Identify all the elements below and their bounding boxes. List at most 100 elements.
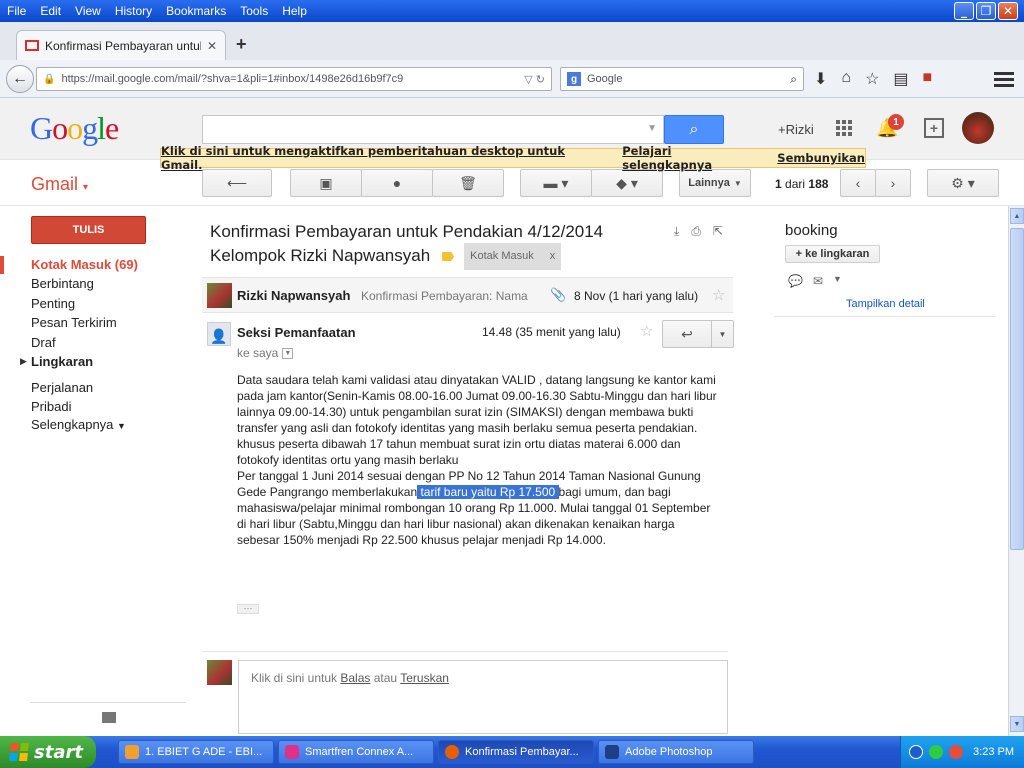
download-icon[interactable]: ⬇ xyxy=(814,69,827,89)
menu-edit[interactable]: Edit xyxy=(33,4,68,18)
expand-all-icon[interactable]: ⤓ xyxy=(674,224,679,239)
google-search-engine-icon[interactable]: g xyxy=(567,72,581,86)
nav-personal[interactable]: Pribadi xyxy=(31,399,71,414)
taskbar-item-photoshop[interactable]: Adobe Photoshop xyxy=(598,740,754,764)
report-spam-button[interactable]: ● xyxy=(361,169,433,197)
attachment-icon: 📎 xyxy=(550,287,567,302)
reply-icon[interactable]: ↩ xyxy=(663,321,711,347)
details-dropdown-icon[interactable]: ▼ xyxy=(282,348,294,360)
contact-more-icon[interactable]: ▼ xyxy=(833,274,842,288)
nav-important[interactable]: Penting xyxy=(31,296,75,311)
tray-network-icon[interactable] xyxy=(929,745,943,759)
nav-more[interactable]: Selengkapnya ▼ xyxy=(31,417,126,432)
search-options-icon[interactable]: ▼ xyxy=(647,123,657,134)
gmail-label: Gmail xyxy=(31,174,79,194)
print-icon[interactable]: ⎙ xyxy=(691,224,701,239)
settings-button[interactable]: ⚙ ▾ xyxy=(927,169,999,197)
forward-link[interactable]: Teruskan xyxy=(400,671,449,685)
nav-drafts[interactable]: Draf xyxy=(31,335,56,350)
back-to-inbox-button[interactable]: ⟵ xyxy=(202,169,272,197)
reply-box[interactable]: Klik di sini untuk Balas atau Teruskan xyxy=(238,660,728,734)
delete-button[interactable]: 🗑 xyxy=(432,169,504,197)
contact-pane: booking + ke lingkaran 💬 ✉ ▼ Tampilkan d… xyxy=(774,206,1004,736)
menu-bookmarks[interactable]: Bookmarks xyxy=(159,4,233,18)
more-button[interactable]: Lainnya ▼ xyxy=(679,169,751,197)
magnifier-icon[interactable]: ⌕ xyxy=(790,72,797,87)
url-bar[interactable]: 🔒 https://mail.google.com/mail/?shva=1&p… xyxy=(36,67,552,91)
email-icon[interactable]: ✉ xyxy=(813,274,823,288)
menu-view[interactable]: View xyxy=(68,4,108,18)
nav-circles[interactable]: Lingkaran xyxy=(31,354,93,369)
more-label: Lainnya xyxy=(688,177,730,189)
message-star-icon[interactable]: ☆ xyxy=(640,322,653,340)
new-tab-icon[interactable]: + xyxy=(236,34,247,55)
recipient-details[interactable]: ke saya ▼ xyxy=(237,346,294,360)
browser-search-input[interactable]: g Google ⌕ xyxy=(560,67,804,91)
task-label: 1. EBIET G ADE - EBI... xyxy=(145,746,263,758)
tab-close-icon[interactable]: ✕ xyxy=(207,39,217,53)
show-trimmed-content-button[interactable]: ··· xyxy=(237,604,259,614)
nav-sent[interactable]: Pesan Terkirim xyxy=(31,315,117,330)
important-label-icon[interactable] xyxy=(442,252,455,261)
restore-icon[interactable]: ❐ xyxy=(976,2,996,20)
hide-banner-link[interactable]: Sembunyikan xyxy=(777,151,865,165)
tray-back-icon[interactable] xyxy=(909,745,923,759)
taskbar-item-smartfren[interactable]: Smartfren Connex A... xyxy=(278,740,434,764)
enable-notifications-link[interactable]: Klik di sini untuk mengaktifkan pemberit… xyxy=(161,144,610,172)
reload-icon[interactable]: ▽ ↻ xyxy=(524,73,545,86)
reply-link[interactable]: Balas xyxy=(340,671,370,685)
tray-app-icon[interactable] xyxy=(949,745,963,759)
back-icon[interactable]: ← xyxy=(6,65,34,93)
apps-grid-icon[interactable] xyxy=(836,120,852,136)
menu-history[interactable]: History xyxy=(108,4,159,18)
scroll-up-icon[interactable]: ▲ xyxy=(1010,208,1024,224)
scroll-thumb[interactable] xyxy=(1010,228,1024,550)
expand-circles-icon[interactable]: ▶ xyxy=(20,356,27,367)
chat-bubble-icon[interactable] xyxy=(102,712,116,723)
learn-more-link[interactable]: Pelajari selengkapnya xyxy=(622,144,765,172)
menu-tools[interactable]: Tools xyxy=(233,4,275,18)
plus-user-link[interactable]: +Rizki xyxy=(778,122,814,137)
compose-button[interactable]: TULIS xyxy=(31,216,146,244)
move-to-button[interactable]: ▬ ▾ xyxy=(520,169,592,197)
archive-button[interactable]: ▣ xyxy=(290,169,362,197)
share-plus-icon[interactable]: + xyxy=(924,118,944,138)
message-sender[interactable]: Seksi Pemanfaatan xyxy=(237,325,356,340)
browser-tab-gmail[interactable]: Konfirmasi Pembayaran untuk... ✕ xyxy=(16,30,226,60)
nav-starred[interactable]: Berbintang xyxy=(31,276,94,291)
more-actions-icon[interactable]: ▼ xyxy=(711,321,733,347)
labels-button[interactable]: ◆ ▾ xyxy=(591,169,663,197)
remove-label-icon[interactable]: x xyxy=(550,250,556,262)
collapsed-message[interactable]: Rizki Napwansyah Konfirmasi Pembayaran: … xyxy=(202,277,733,313)
account-avatar[interactable] xyxy=(962,112,994,144)
menu-help[interactable]: Help xyxy=(275,4,314,18)
older-button[interactable]: › xyxy=(875,169,911,197)
close-icon[interactable]: ✕ xyxy=(998,2,1018,20)
show-details-link[interactable]: Tampilkan detail xyxy=(846,298,925,310)
nav-travel[interactable]: Perjalanan xyxy=(31,380,93,395)
bookmark-star-icon[interactable]: ☆ xyxy=(865,69,879,89)
message-body: Data saudara telah kami validasi atau di… xyxy=(237,372,717,548)
firefox-icon xyxy=(445,745,459,759)
addon-icon[interactable]: ■ xyxy=(923,69,933,89)
taskbar-item-ebiet[interactable]: 1. EBIET G ADE - EBI... xyxy=(118,740,274,764)
new-window-icon[interactable]: ⇱ xyxy=(713,224,723,239)
google-logo[interactable]: Google xyxy=(30,110,119,147)
hamburger-menu-icon[interactable] xyxy=(994,69,1014,90)
bookmarks-list-icon[interactable]: ▤ xyxy=(893,69,908,89)
gmail-product-menu[interactable]: Gmail ▾ xyxy=(31,174,88,195)
add-to-circles-button[interactable]: + ke lingkaran xyxy=(785,245,880,263)
scroll-down-icon[interactable]: ▼ xyxy=(1010,716,1024,732)
start-button[interactable]: start xyxy=(0,736,96,768)
minimize-icon[interactable]: _ xyxy=(954,2,974,20)
newer-button[interactable]: ‹ xyxy=(840,169,876,197)
star-icon[interactable]: ☆ xyxy=(712,286,725,304)
page-scrollbar[interactable]: ▲ ▼ xyxy=(1008,206,1024,736)
menu-file[interactable]: File xyxy=(0,4,33,18)
nav-inbox[interactable]: Kotak Masuk (69) xyxy=(31,257,138,272)
mail-search-input[interactable]: ▼ xyxy=(202,115,664,144)
chat-icon[interactable]: 💬 xyxy=(788,274,803,288)
home-icon[interactable]: ⌂ xyxy=(841,69,851,89)
search-button[interactable]: ⌕ xyxy=(664,115,724,144)
taskbar-item-firefox[interactable]: Konfirmasi Pembayar... xyxy=(438,740,594,764)
